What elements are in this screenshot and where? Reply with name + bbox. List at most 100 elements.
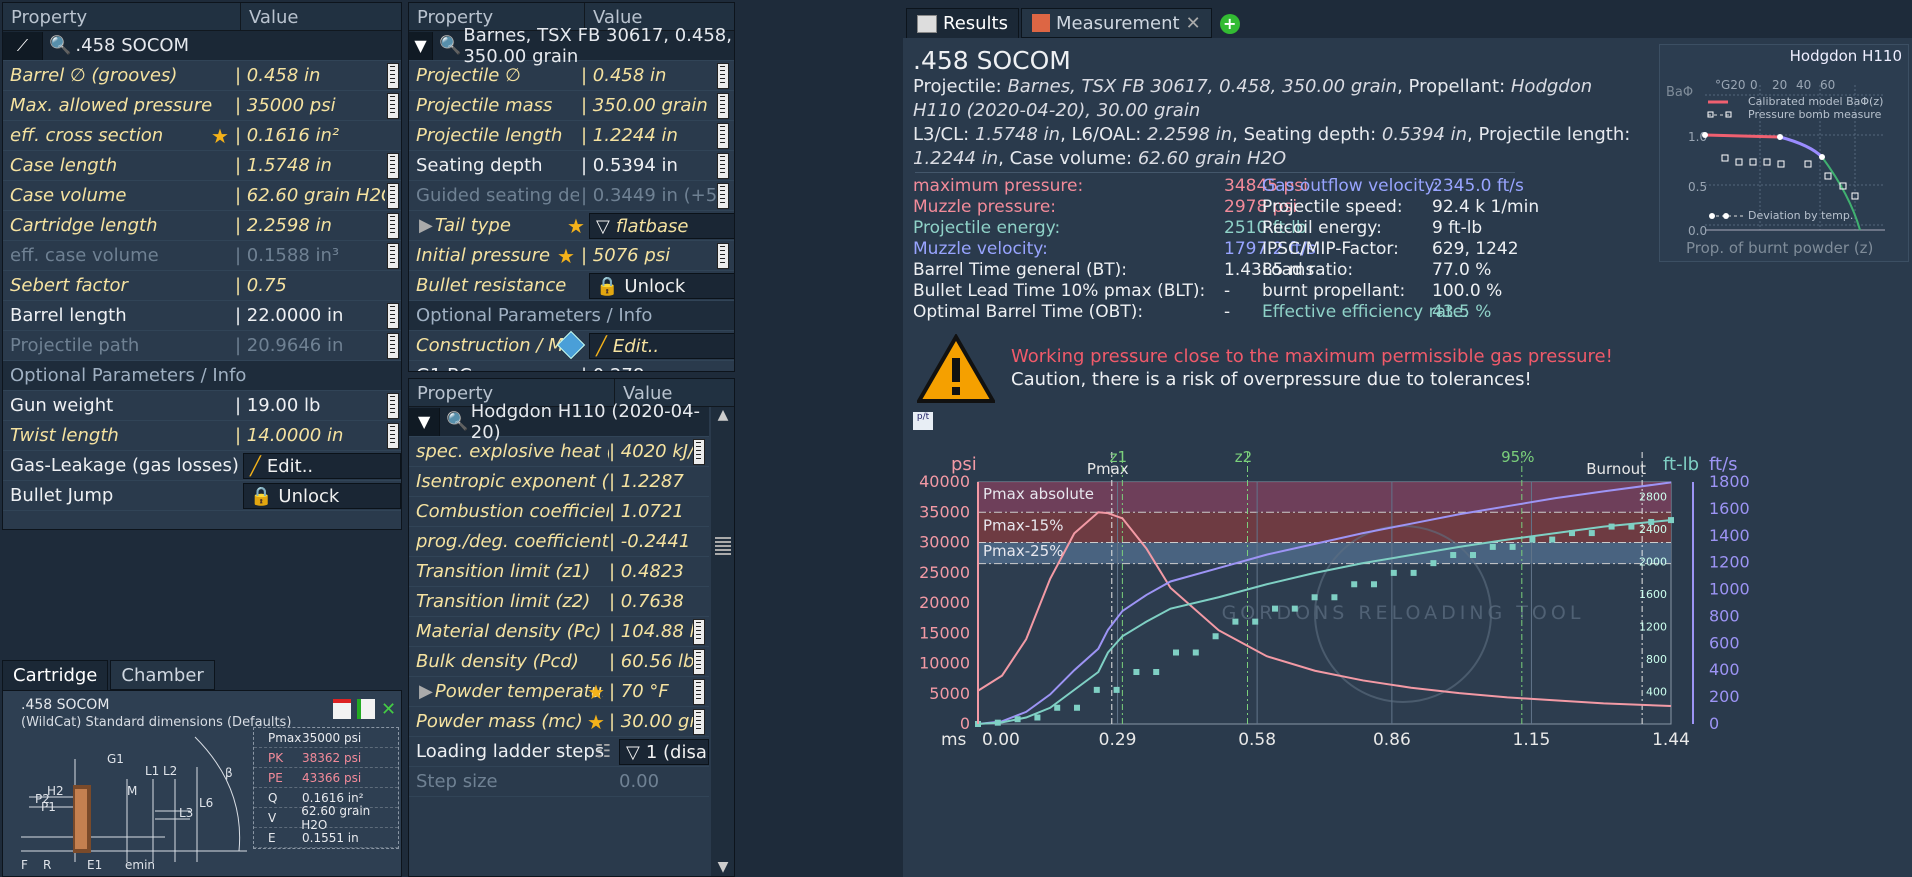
energy-point: [1173, 649, 1179, 656]
svg-text:60: 60: [1820, 78, 1835, 92]
property-row[interactable]: Case length | 1.5748 in: [3, 151, 401, 181]
chevron-down-icon[interactable]: ▼: [409, 407, 441, 436]
tab-results[interactable]: Results: [906, 8, 1019, 38]
property-row[interactable]: Seating depth | 0.5394 in: [409, 151, 734, 181]
property-row[interactable]: Bulk density (Pcd)| 60.56 lb/ft³: [409, 647, 709, 677]
construction-edit-button[interactable]: ╱ Edit..: [589, 333, 734, 359]
ruler-icon[interactable]: [387, 213, 399, 239]
property-row[interactable]: Cartridge length | 2.2598 in: [3, 211, 401, 241]
rifle-icon[interactable]: ⟋: [3, 31, 43, 60]
ruler-icon[interactable]: [387, 303, 399, 329]
property-row[interactable]: spec. explosive heat (Qex)| 4020 kJ/kg: [409, 437, 709, 467]
ruler-icon[interactable]: [717, 153, 729, 179]
close-icon[interactable]: ✕: [1186, 13, 1201, 34]
star-icon[interactable]: ★: [211, 126, 229, 146]
property-row[interactable]: Barrel length | 22.0000 in: [3, 301, 401, 331]
property-row[interactable]: Guided seating depth| 0.3449 in (+56%): [409, 181, 734, 211]
bullet-jump-unlock-button[interactable]: 🔒 Unlock: [243, 483, 401, 509]
ruler-icon[interactable]: [387, 183, 399, 209]
property-row[interactable]: Barrel ∅ (grooves) | 0.458 in: [3, 61, 401, 91]
property-row[interactable]: Case volume | 62.60 grain H2O: [3, 181, 401, 211]
property-label: Transition limit (z1): [416, 561, 591, 582]
property-row[interactable]: eff. cross section ★ | 0.1616 in²: [3, 121, 401, 151]
property-row[interactable]: G1 BC| 0.278: [409, 361, 734, 371]
tail-type-select[interactable]: ▽ flatbase: [589, 213, 734, 239]
label-l1: L1: [145, 764, 159, 778]
property-row[interactable]: Projectile mass | 350.00 grain: [409, 91, 734, 121]
fit-icon[interactable]: ✕: [381, 699, 396, 720]
property-row[interactable]: Max. allowed pressure | 35000 psi: [3, 91, 401, 121]
property-row[interactable]: eff. case volume | 0.1588 in³: [3, 241, 401, 271]
property-row[interactable]: Transition limit (z1) | 0.4823: [409, 557, 709, 587]
row-powder-temperature[interactable]: ▶Powder temperature (Pt) ★ | 70 °F: [409, 677, 709, 707]
label-l3: L3: [179, 806, 193, 820]
scroll-up-icon[interactable]: ▲: [711, 407, 734, 423]
property-row[interactable]: Isentropic exponent (k) | 1.2287: [409, 467, 709, 497]
cartridge-search-value[interactable]: .458 SOCOM: [75, 35, 189, 56]
projectile-search[interactable]: ▼ 🔍 Barnes, TSX FB 30617, 0.458, 350.00 …: [409, 25, 734, 67]
ruler-icon[interactable]: [693, 439, 705, 465]
property-label: Sebert factor: [10, 275, 128, 296]
property-row[interactable]: prog./deg. coefficient (a0)| -0.2441: [409, 527, 709, 557]
scroll-grip-icon[interactable]: [715, 537, 731, 555]
property-row[interactable]: Projectile ∅ | 0.458 in: [409, 61, 734, 91]
ruler-icon[interactable]: [387, 423, 399, 449]
ruler-icon[interactable]: [387, 393, 399, 419]
y-right-tick: 1000: [1709, 580, 1750, 599]
row-initial-pressure[interactable]: Initial pressure ★ | 5076 psi: [409, 241, 734, 271]
property-row[interactable]: Transition limit (z2) | 0.7638: [409, 587, 709, 617]
property-row[interactable]: Material density (Pc)| 104.88 lb/ft³: [409, 617, 709, 647]
ruler-icon[interactable]: [387, 333, 399, 359]
expand-icon[interactable]: ▶: [409, 215, 433, 236]
chevron-down-icon[interactable]: ▼: [409, 31, 433, 60]
search-icon: 🔍: [49, 35, 72, 56]
expand-icon[interactable]: ▶: [409, 681, 433, 702]
gas-leakage-edit-button[interactable]: ╱ Edit..: [243, 453, 401, 479]
ruler-icon[interactable]: [717, 63, 729, 89]
ruler-icon[interactable]: [387, 153, 399, 179]
pdf-icon[interactable]: [333, 699, 351, 719]
property-row[interactable]: Gun weight | 19.00 lb: [3, 391, 401, 421]
ruler-icon[interactable]: [717, 123, 729, 149]
tab-chamber[interactable]: Chamber: [110, 660, 215, 690]
export-icon[interactable]: [357, 699, 375, 719]
ruler-icon[interactable]: [717, 183, 729, 209]
ruler-icon[interactable]: [693, 709, 705, 735]
property-row[interactable]: Projectile path | 20.9646 in: [3, 331, 401, 361]
drawing-value: 38362 psi: [302, 750, 362, 765]
star-icon[interactable]: ★: [567, 216, 585, 236]
energy-point: [1192, 649, 1199, 656]
powder-scrollbar[interactable]: ▲ ▼: [711, 407, 734, 876]
ruler-icon[interactable]: [387, 93, 399, 119]
add-tab-button[interactable]: +: [1219, 14, 1240, 34]
scroll-down-icon[interactable]: ▼: [711, 859, 734, 875]
result-label: burnt propellant:: [1262, 281, 1406, 301]
powder-search[interactable]: ▼ 🔍 Hodgdon H110 (2020-04-20): [409, 401, 709, 443]
property-value: 0.1588 in³: [246, 245, 340, 266]
energy-point: [1054, 704, 1061, 711]
result-label: Load ratio:: [1262, 260, 1354, 280]
row-powder-mass[interactable]: Powder mass (mc) ★ | 30.00 grain: [409, 707, 709, 737]
property-row[interactable]: Sebert factor | 0.75: [3, 271, 401, 301]
tab-measurement[interactable]: Measurement ✕: [1021, 8, 1212, 38]
ruler-icon[interactable]: [693, 619, 705, 645]
property-row[interactable]: Twist length | 14.0000 in: [3, 421, 401, 451]
property-row[interactable]: Projectile length | 1.2244 in: [409, 121, 734, 151]
star-icon[interactable]: ★: [587, 682, 605, 702]
ladder-icon[interactable]: ☷: [595, 741, 611, 762]
tab-cartridge[interactable]: Cartridge: [2, 660, 109, 690]
property-row[interactable]: Combustion coefficient (Ba)| 1.0721: [409, 497, 709, 527]
ruler-icon[interactable]: [387, 63, 399, 89]
cartridge-sketch: G1 L1 L2 M H2 P2 P1 L3 L6 β F R E1 emin: [21, 736, 247, 872]
ruler-icon[interactable]: [717, 243, 729, 269]
ruler-icon[interactable]: [693, 679, 705, 705]
ruler-icon[interactable]: [387, 243, 399, 269]
bullet-resistance-unlock-button[interactable]: 🔒 Unlock: [589, 273, 734, 299]
ruler-icon[interactable]: [693, 649, 705, 675]
ruler-icon[interactable]: [717, 93, 729, 119]
x-tick: 1.44: [1652, 730, 1690, 750]
loading-ladder-select[interactable]: ▽1 (disabled): [619, 739, 709, 765]
star-icon[interactable]: ★: [587, 712, 605, 732]
star-icon[interactable]: ★: [557, 246, 575, 266]
cartridge-search[interactable]: ⟋ 🔍 .458 SOCOM: [3, 31, 401, 61]
